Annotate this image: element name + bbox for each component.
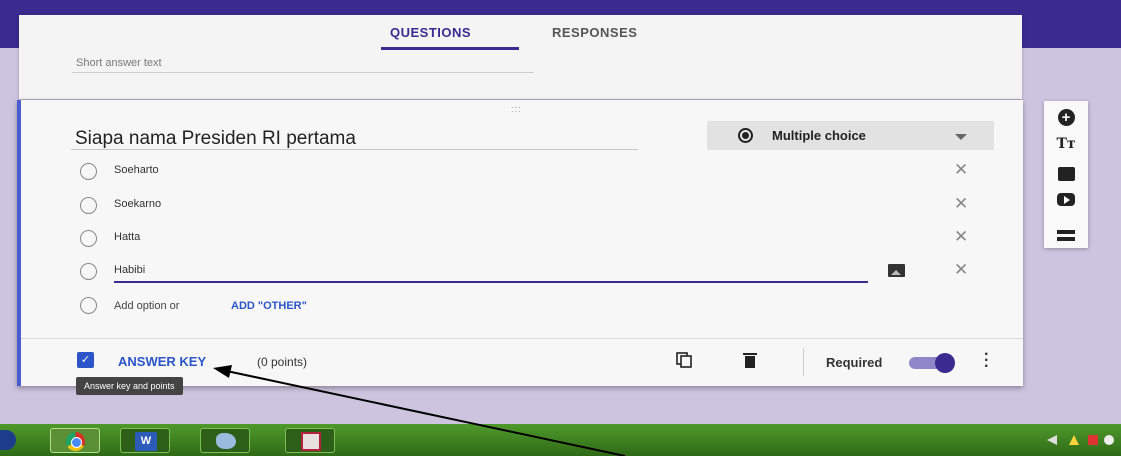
add-video-button[interactable] xyxy=(1044,193,1088,211)
option-radio-icon xyxy=(80,297,97,314)
presentation-taskbar-button[interactable] xyxy=(285,428,335,453)
drag-handle-icon[interactable]: ::: xyxy=(511,104,522,114)
tab-active-indicator xyxy=(381,47,519,50)
copy-icon[interactable] xyxy=(676,352,692,368)
required-label: Required xyxy=(826,355,883,370)
title-text-icon[interactable]: Tт xyxy=(1044,136,1088,152)
question-title-input[interactable]: Siapa nama Presiden RI pertama xyxy=(75,128,356,150)
option-text[interactable]: Habibi xyxy=(114,264,145,276)
paint-taskbar-button[interactable] xyxy=(200,428,250,453)
or-text: or xyxy=(169,300,180,312)
image-icon xyxy=(1057,167,1075,181)
close-icon[interactable]: ✕ xyxy=(954,227,968,247)
option-radio-icon xyxy=(80,197,97,214)
option-text[interactable]: Hatta xyxy=(114,231,140,243)
add-option-link[interactable]: Add option or xyxy=(114,300,179,312)
option-text[interactable]: Soekarno xyxy=(114,198,161,210)
dropdown-caret-icon xyxy=(955,134,967,140)
radio-button-icon xyxy=(738,128,753,143)
option-row: Hatta ✕ xyxy=(76,227,1006,249)
tab-responses[interactable]: RESPONSES xyxy=(552,25,637,40)
word-icon: W xyxy=(135,432,157,451)
paint-icon xyxy=(216,433,236,449)
option-radio-icon xyxy=(80,163,97,180)
footer-divider xyxy=(21,338,1023,339)
tray-arrow-icon[interactable] xyxy=(1047,435,1057,445)
image-icon[interactable] xyxy=(888,264,905,277)
question-type-dropdown[interactable]: Multiple choice xyxy=(707,121,994,150)
video-icon xyxy=(1057,193,1075,206)
option-row: Soekarno ✕ xyxy=(76,194,1006,216)
windows-taskbar: W xyxy=(0,424,1121,456)
more-vert-icon[interactable]: · · · xyxy=(984,347,989,375)
add-option-row xyxy=(76,294,1006,316)
plus-circle-icon: + xyxy=(1057,109,1075,126)
side-toolbar: + Tт xyxy=(1044,101,1088,248)
answer-key-tooltip: Answer key and points xyxy=(76,377,183,395)
tab-questions[interactable]: QUESTIONS xyxy=(390,25,471,40)
trash-icon[interactable] xyxy=(743,352,757,368)
question-title-underline xyxy=(71,149,638,150)
answer-key-check-icon[interactable]: ✓ xyxy=(77,352,94,368)
answer-key-button[interactable]: ANSWER KEY xyxy=(118,354,206,369)
required-toggle-knob[interactable] xyxy=(935,353,955,373)
close-icon[interactable]: ✕ xyxy=(954,260,968,280)
chrome-taskbar-button[interactable] xyxy=(50,428,100,453)
footer-vertical-divider xyxy=(803,348,804,376)
close-icon[interactable]: ✕ xyxy=(954,160,968,180)
question-type-label: Multiple choice xyxy=(772,128,866,143)
section-icon xyxy=(1057,230,1075,234)
tray-flag-icon[interactable] xyxy=(1088,435,1098,445)
tabs-card: QUESTIONS RESPONSES Short answer text xyxy=(19,15,1022,99)
short-answer-underline xyxy=(72,72,534,73)
option-row: Habibi ✕ xyxy=(76,260,1006,282)
chrome-icon xyxy=(66,432,85,451)
option-row: Soeharto ✕ xyxy=(76,160,1006,182)
option-radio-icon xyxy=(80,230,97,247)
add-section-button[interactable] xyxy=(1044,221,1088,239)
add-option-text[interactable]: Add option xyxy=(114,300,167,312)
add-other-button[interactable]: ADD "OTHER" xyxy=(231,300,307,312)
option-radio-icon xyxy=(80,263,97,280)
add-question-button[interactable]: + xyxy=(1044,109,1088,127)
option-focus-underline xyxy=(114,281,868,283)
close-icon[interactable]: ✕ xyxy=(954,194,968,214)
question-card[interactable]: ::: Siapa nama Presiden RI pertama Multi… xyxy=(17,100,1023,395)
option-text[interactable]: Soeharto xyxy=(114,164,159,176)
word-taskbar-button[interactable]: W xyxy=(120,428,170,453)
presentation-icon xyxy=(301,432,321,451)
add-image-button[interactable] xyxy=(1044,167,1088,186)
start-button[interactable] xyxy=(0,430,16,450)
tray-bluetooth-icon[interactable] xyxy=(1104,435,1114,445)
tray-warning-icon[interactable] xyxy=(1069,435,1079,445)
points-label: (0 points) xyxy=(257,355,308,369)
short-answer-placeholder: Short answer text xyxy=(76,57,162,69)
